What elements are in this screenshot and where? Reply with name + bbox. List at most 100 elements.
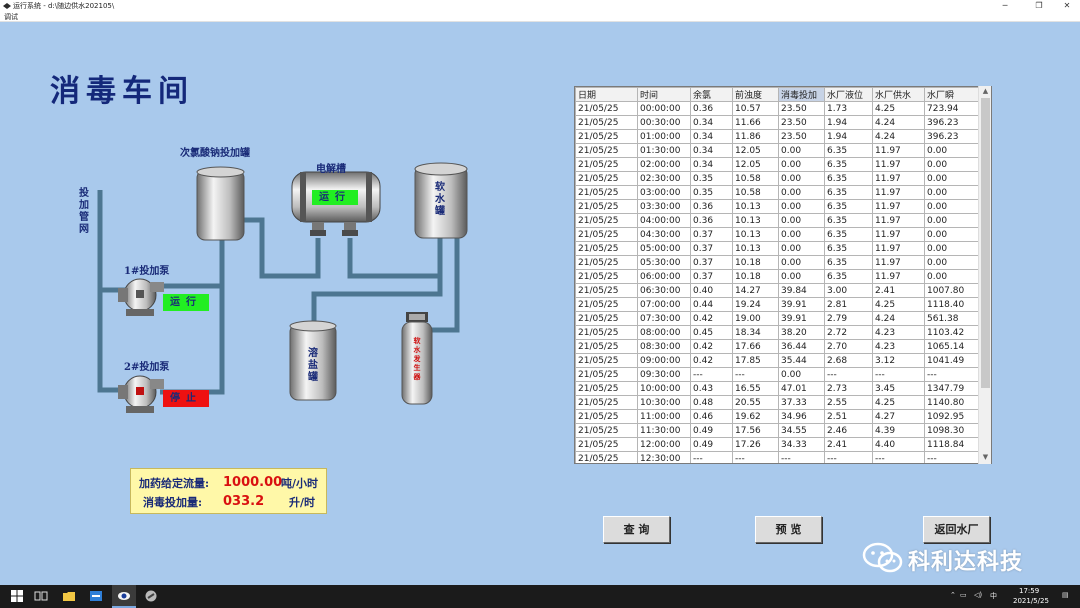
table-cell: 21/05/25 bbox=[575, 227, 638, 242]
table-row[interactable]: 21/05/25 02:00:00 0.34 12.05 0.00 6.35 11.97 0.… bbox=[575, 157, 979, 172]
column-header[interactable]: 水厂供水 bbox=[872, 87, 925, 102]
file-explorer-icon[interactable] bbox=[62, 589, 76, 603]
network-icon[interactable]: ▭ bbox=[960, 591, 967, 599]
table-cell: --- bbox=[778, 451, 825, 463]
table-row[interactable]: 21/05/25 11:30:00 0.49 17.56 34.55 2.46 4.39 10… bbox=[575, 423, 979, 438]
tray-chevron-icon[interactable]: ⌃ bbox=[950, 591, 956, 599]
table-cell: --- bbox=[732, 451, 779, 463]
return-button[interactable]: 返回水厂 bbox=[923, 516, 990, 543]
table-row[interactable]: 21/05/25 04:30:00 0.37 10.13 0.00 6.35 11.97 0.… bbox=[575, 227, 979, 242]
column-header[interactable]: 时间 bbox=[637, 87, 691, 102]
clock-time[interactable]: 17:59 bbox=[1019, 587, 1039, 595]
runtime-eye-icon[interactable] bbox=[117, 589, 131, 603]
table-cell: 08:00:00 bbox=[637, 325, 691, 340]
table-row[interactable]: 21/05/25 07:30:00 0.42 19.00 39.91 2.79 4.24 56… bbox=[575, 311, 979, 326]
table-cell: 0.00 bbox=[924, 241, 979, 256]
table-cell: 2.41 bbox=[824, 437, 873, 452]
table-cell: 00:30:00 bbox=[637, 115, 691, 130]
table-row[interactable]: 21/05/25 01:30:00 0.34 12.05 0.00 6.35 11.97 0.… bbox=[575, 143, 979, 158]
table-cell: 12.05 bbox=[732, 143, 779, 158]
table-cell: 0.34 bbox=[690, 129, 733, 144]
flow-row: 加药给定流量: 1000.00 吨/小时 bbox=[131, 475, 328, 493]
table-cell: 04:00:00 bbox=[637, 213, 691, 228]
table-row[interactable]: 21/05/25 04:00:00 0.36 10.13 0.00 6.35 11.97 0.… bbox=[575, 213, 979, 228]
table-cell: 11.86 bbox=[732, 129, 779, 144]
table-cell: 2.73 bbox=[824, 381, 873, 396]
table-cell: 34.55 bbox=[778, 423, 825, 438]
table-cell: 20.55 bbox=[732, 395, 779, 410]
table-cell: 03:00:00 bbox=[637, 185, 691, 200]
table-cell: 0.00 bbox=[778, 185, 825, 200]
table-row[interactable]: 21/05/25 11:00:00 0.46 19.62 34.96 2.51 4.27 10… bbox=[575, 409, 979, 424]
history-grid[interactable]: 日期 时间 余氯 前浊度 消毒投加 水厂液位 水厂供水 水厂瞬 21/05/25 00:00:0… bbox=[574, 86, 992, 464]
table-cell: 1140.80 bbox=[924, 395, 979, 410]
dose-label: 消毒投加量: bbox=[143, 496, 203, 509]
table-cell: 4.24 bbox=[872, 115, 925, 130]
tool-app-icon[interactable] bbox=[144, 589, 158, 603]
table-cell: 0.00 bbox=[778, 241, 825, 256]
column-header[interactable]: 消毒投加 bbox=[778, 87, 825, 102]
table-row[interactable]: 21/05/25 08:30:00 0.42 17.66 36.44 2.70 4.23 10… bbox=[575, 339, 979, 354]
table-cell: 21/05/25 bbox=[575, 353, 638, 368]
table-cell: 34.33 bbox=[778, 437, 825, 452]
table-cell: 02:30:00 bbox=[637, 171, 691, 186]
table-cell: 1347.79 bbox=[924, 381, 979, 396]
table-row[interactable]: 21/05/25 03:30:00 0.36 10.13 0.00 6.35 11.97 0.… bbox=[575, 199, 979, 214]
task-view-icon[interactable] bbox=[34, 589, 48, 603]
table-cell: 36.44 bbox=[778, 339, 825, 354]
table-row[interactable]: 21/05/25 10:30:00 0.48 20.55 37.33 2.55 4.25 11… bbox=[575, 395, 979, 410]
clock-date[interactable]: 2021/5/25 bbox=[1013, 597, 1049, 605]
scroll-down-icon[interactable]: ▼ bbox=[979, 452, 992, 463]
table-cell: 39.91 bbox=[778, 311, 825, 326]
table-cell: 0.00 bbox=[778, 157, 825, 172]
scroll-thumb[interactable] bbox=[981, 98, 990, 388]
table-row[interactable]: 21/05/25 00:00:00 0.36 10.57 23.50 1.73 4.25 72… bbox=[575, 101, 979, 116]
dosing-pipe-label: 投加管网 bbox=[79, 188, 89, 235]
table-cell: 1118.84 bbox=[924, 437, 979, 452]
table-row[interactable]: 21/05/25 10:00:00 0.43 16.55 47.01 2.73 3.45 13… bbox=[575, 381, 979, 396]
notification-icon[interactable]: ▤ bbox=[1062, 591, 1069, 599]
column-header[interactable]: 前浊度 bbox=[732, 87, 779, 102]
windows-start-icon[interactable] bbox=[10, 589, 24, 603]
scroll-up-icon[interactable]: ▲ bbox=[979, 86, 992, 97]
table-cell: --- bbox=[824, 367, 873, 382]
table-row[interactable]: 21/05/25 06:30:00 0.40 14.27 39.84 3.00 2.41 10… bbox=[575, 283, 979, 298]
table-cell: 21/05/25 bbox=[575, 395, 638, 410]
preview-button[interactable]: 预 览 bbox=[755, 516, 822, 543]
table-cell: 11.97 bbox=[872, 143, 925, 158]
table-row[interactable]: 21/05/25 00:30:00 0.34 11.66 23.50 1.94 4.24 39… bbox=[575, 115, 979, 130]
table-row[interactable]: 21/05/25 07:00:00 0.44 19.24 39.91 2.81 4.25 11… bbox=[575, 297, 979, 312]
table-cell: 07:00:00 bbox=[637, 297, 691, 312]
column-header[interactable]: 余氯 bbox=[690, 87, 733, 102]
column-header[interactable]: 日期 bbox=[575, 87, 638, 102]
table-row[interactable]: 21/05/25 02:30:00 0.35 10.58 0.00 6.35 11.97 0.… bbox=[575, 171, 979, 186]
table-row[interactable]: 21/05/25 12:30:00 --- --- --- --- --- --- bbox=[575, 451, 979, 463]
table-cell: 06:30:00 bbox=[637, 283, 691, 298]
table-row[interactable]: 21/05/25 05:30:00 0.37 10.18 0.00 6.35 11.97 0.… bbox=[575, 255, 979, 270]
volume-icon[interactable]: ◁) bbox=[974, 591, 982, 599]
table-row[interactable]: 21/05/25 12:00:00 0.49 17.26 34.33 2.41 4.40 11… bbox=[575, 437, 979, 452]
dosing-pump-2 bbox=[118, 375, 164, 413]
table-cell: 0.35 bbox=[690, 171, 733, 186]
dose-value: 033.2 bbox=[223, 494, 265, 509]
table-row[interactable]: 21/05/25 05:00:00 0.37 10.13 0.00 6.35 11.97 0.… bbox=[575, 241, 979, 256]
table-cell: 0.36 bbox=[690, 101, 733, 116]
table-row[interactable]: 21/05/25 09:30:00 --- --- 0.00 --- --- --- bbox=[575, 367, 979, 382]
column-header[interactable]: 水厂瞬 bbox=[924, 87, 979, 102]
app-window-icon[interactable] bbox=[89, 589, 103, 603]
table-row[interactable]: 21/05/25 09:00:00 0.42 17.85 35.44 2.68 3.12 10… bbox=[575, 353, 979, 368]
column-header[interactable]: 水厂液位 bbox=[824, 87, 873, 102]
table-row[interactable]: 21/05/25 03:00:00 0.35 10.58 0.00 6.35 11.97 0.… bbox=[575, 185, 979, 200]
table-row[interactable]: 21/05/25 01:00:00 0.34 11.86 23.50 1.94 4.24 39… bbox=[575, 129, 979, 144]
grid-scrollbar[interactable]: ▲ ▼ bbox=[978, 86, 991, 464]
table-cell: 10.57 bbox=[732, 101, 779, 116]
ime-indicator[interactable]: 中 bbox=[990, 591, 997, 601]
table-cell: 0.37 bbox=[690, 269, 733, 284]
table-cell: 0.44 bbox=[690, 297, 733, 312]
table-cell: 0.49 bbox=[690, 423, 733, 438]
table-cell: 21/05/25 bbox=[575, 339, 638, 354]
table-row[interactable]: 21/05/25 08:00:00 0.45 18.34 38.20 2.72 4.23 11… bbox=[575, 325, 979, 340]
table-cell: 11.97 bbox=[872, 199, 925, 214]
table-row[interactable]: 21/05/25 06:00:00 0.37 10.18 0.00 6.35 11.97 0.… bbox=[575, 269, 979, 284]
query-button[interactable]: 查 询 bbox=[603, 516, 670, 543]
